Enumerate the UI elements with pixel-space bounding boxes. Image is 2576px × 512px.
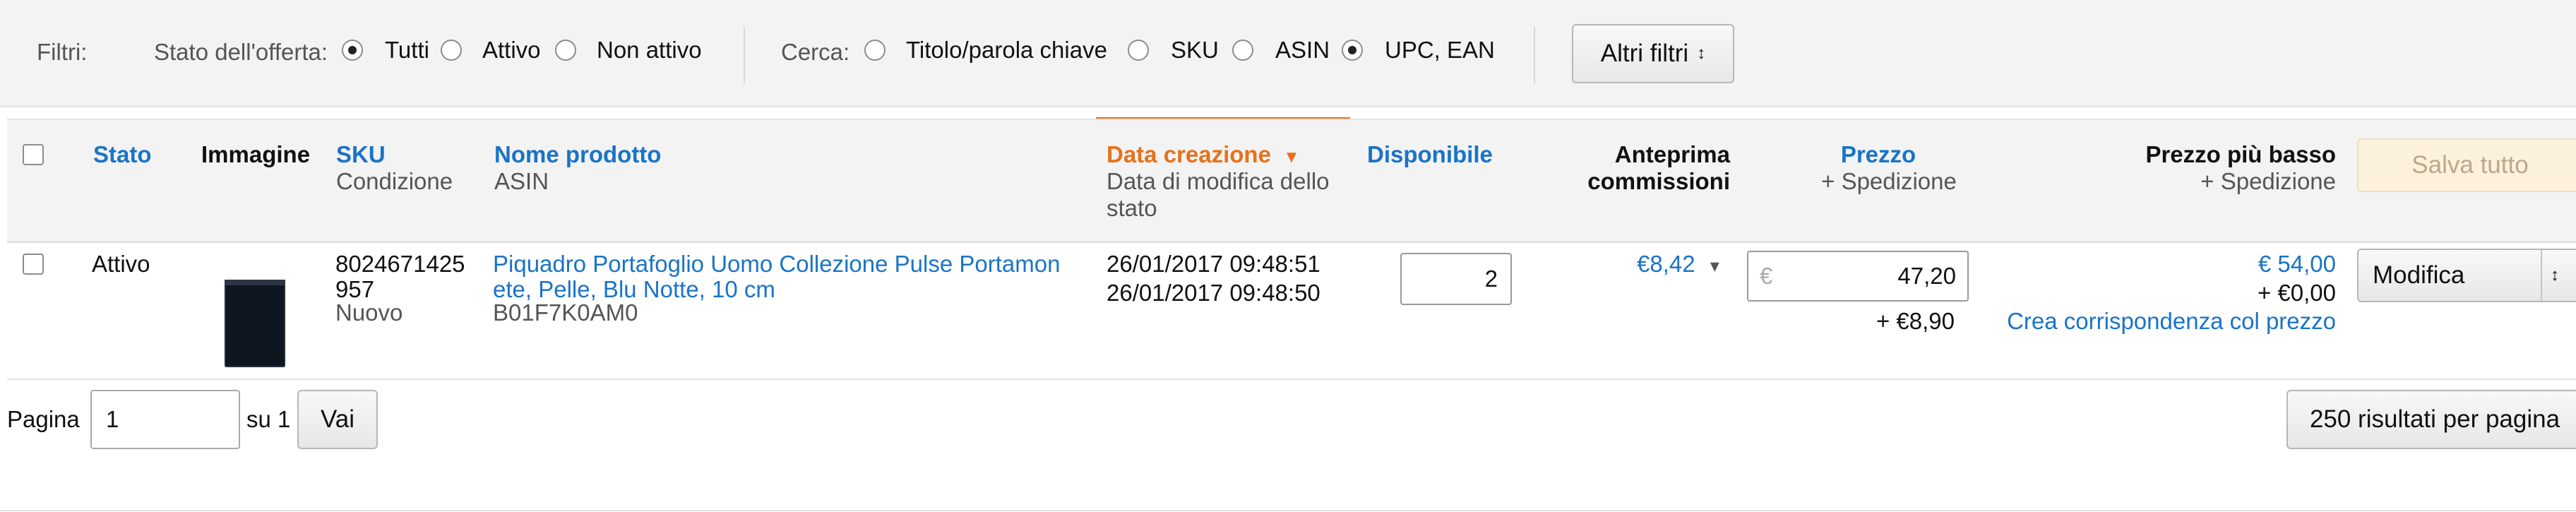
match-price-link[interactable]: Crea corrispondenza col prezzo — [1907, 309, 2336, 334]
status-all-label[interactable]: Tutti — [385, 37, 429, 64]
edit-dropdown-button[interactable]: Modifica ↕ — [2357, 249, 2576, 302]
search-sku-radio[interactable] — [1128, 40, 1149, 61]
header-lowest-price: Prezzo più basso — [2145, 141, 2336, 167]
select-all-checkbox[interactable] — [23, 144, 44, 165]
header-created-label: Data creazione — [1107, 141, 1271, 167]
sort-desc-icon: ▼ — [1283, 148, 1300, 167]
header-status[interactable]: Stato — [93, 141, 152, 168]
offer-status-label: Stato dell'offerta: — [154, 39, 328, 65]
row-divider — [7, 379, 2576, 380]
updown-arrow-icon: ↕ — [1697, 44, 1706, 63]
row-sku-line2: 957 — [335, 276, 375, 302]
split-divider — [2541, 250, 2542, 301]
status-inactive-label[interactable]: Non attivo — [597, 37, 702, 64]
filter-divider — [1534, 27, 1535, 83]
status-active-radio[interactable] — [441, 40, 462, 61]
row-created: 26/01/2017 09:48:51 — [1107, 251, 1320, 277]
edit-label: Modifica — [2373, 261, 2465, 289]
row-product-name-line1: Piquadro Portafoglio Uomo Collezione Pul… — [493, 251, 1061, 277]
header-product-name[interactable]: Nome prodotto — [494, 141, 661, 168]
more-filters-button[interactable]: Altri filtri ↕ — [1572, 24, 1734, 83]
header-fees: Anteprima commissioni — [1539, 141, 1730, 195]
row-checkbox[interactable] — [23, 254, 44, 275]
fee-value: €8,42 — [1637, 251, 1695, 277]
thumbnail-edge — [225, 280, 285, 285]
header-asin: ASIN — [494, 168, 549, 194]
results-per-page-button[interactable]: 250 risultati per pagina — [2286, 390, 2576, 449]
search-upc-label[interactable]: UPC, EAN — [1385, 37, 1495, 64]
header-available[interactable]: Disponibile — [1367, 141, 1493, 168]
header-condition: Condizione — [336, 168, 453, 194]
row-modified: 26/01/2017 09:48:50 — [1107, 280, 1320, 306]
go-button[interactable]: Vai — [297, 390, 378, 449]
quantity-input[interactable]: 2 — [1400, 253, 1512, 305]
header-modified-line2: stato — [1107, 195, 1157, 221]
filter-divider — [744, 27, 745, 83]
header-price[interactable]: Prezzo — [1808, 141, 1949, 168]
price-value: 47,20 — [1897, 263, 1956, 289]
save-all-button[interactable]: Salva tutto — [2357, 138, 2576, 192]
search-asin-label[interactable]: ASIN — [1275, 37, 1330, 64]
row-status: Attivo — [92, 251, 150, 277]
row-asin: B01F7K0AM0 — [493, 299, 638, 326]
price-input[interactable]: € 47,20 — [1747, 251, 1969, 302]
page-label: Pagina — [7, 406, 80, 432]
row-product-name-link[interactable]: Piquadro Portafoglio Uomo Collezione Pul… — [493, 251, 1086, 302]
status-all-radio[interactable] — [342, 40, 363, 61]
search-asin-radio[interactable] — [1232, 40, 1253, 61]
status-active-label[interactable]: Attivo — [482, 37, 541, 64]
header-lowest-shipping: + Spedizione — [2200, 168, 2336, 194]
header-fees-line2: commissioni — [1587, 168, 1730, 194]
filters-label: Filtri: — [37, 39, 88, 65]
page-number-input[interactable]: 1 — [90, 390, 240, 449]
search-title-radio[interactable] — [864, 40, 886, 61]
row-product-name-line2: ete, Pelle, Blu Notte, 10 cm — [493, 276, 775, 302]
search-sku-label[interactable]: SKU — [1171, 37, 1219, 64]
row-lowest-price: € 54,00 — [2258, 251, 2336, 277]
status-inactive-radio[interactable] — [555, 40, 576, 61]
row-lowest-shipping: + €0,00 — [2257, 280, 2336, 306]
page-of-label: su 1 — [246, 406, 291, 432]
product-thumbnail[interactable] — [225, 280, 285, 367]
row-sku: 8024671425 957 — [335, 251, 465, 302]
header-fees-line1: Anteprima — [1614, 141, 1730, 167]
header-sku[interactable]: SKU — [336, 141, 386, 168]
row-sku-line1: 8024671425 — [335, 251, 465, 277]
filter-bar: Filtri: Stato dell'offerta: Tutti Attivo… — [0, 0, 2576, 107]
header-image: Immagine — [201, 141, 311, 167]
search-upc-radio[interactable] — [1342, 40, 1363, 61]
currency-symbol: € — [1760, 263, 1773, 289]
search-label: Cerca: — [781, 39, 850, 65]
more-filters-label: Altri filtri — [1600, 40, 1689, 67]
footer-divider — [0, 510, 2576, 511]
chevron-down-icon: ▾ — [1710, 255, 1719, 276]
header-modified: Data di modifica dello stato — [1107, 168, 1330, 222]
header-price-shipping: + Spedizione — [1821, 168, 1957, 194]
header-modified-line1: Data di modifica dello — [1107, 168, 1330, 194]
search-title-label[interactable]: Titolo/parola chiave — [906, 37, 1107, 64]
row-condition: Nuovo — [335, 299, 403, 326]
fee-preview-link[interactable]: €8,42 ▾ — [1637, 251, 1719, 278]
header-created[interactable]: Data creazione ▼ — [1107, 141, 1300, 168]
updown-arrow-icon: ↕ — [2551, 266, 2559, 285]
